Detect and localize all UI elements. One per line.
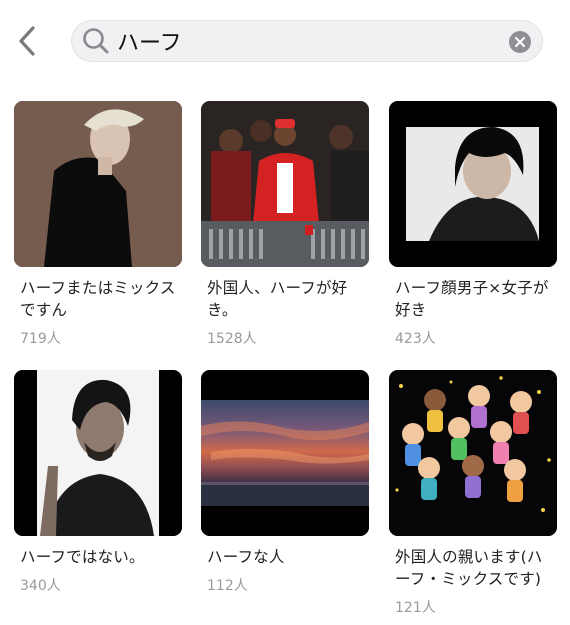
member-count: 112人 bbox=[207, 578, 248, 594]
community-thumbnail[interactable] bbox=[389, 101, 557, 267]
community-title: ハーフ顔男子×女子が好き bbox=[395, 279, 549, 319]
community-thumbnail[interactable] bbox=[14, 101, 182, 267]
community-thumbnail[interactable] bbox=[201, 101, 369, 267]
community-card[interactable]: ハーフまたはミックスですん 719人 bbox=[14, 101, 182, 348]
community-title: ハーフまたはミックスですん bbox=[20, 279, 176, 319]
clear-x-icon bbox=[514, 36, 526, 48]
magnifier-icon bbox=[81, 26, 111, 56]
community-thumbnail[interactable] bbox=[201, 370, 369, 536]
community-title: 外国人、ハーフが好き。 bbox=[207, 279, 348, 319]
member-count: 340人 bbox=[20, 578, 61, 594]
member-count: 423人 bbox=[395, 331, 436, 347]
community-title: ハーフではない。 bbox=[20, 548, 145, 566]
community-card[interactable]: ハーフな人 112人 bbox=[201, 370, 369, 595]
community-card[interactable]: 外国人、ハーフが好き。 1528人 bbox=[201, 101, 369, 348]
back-button[interactable] bbox=[10, 22, 44, 60]
search-input[interactable] bbox=[117, 28, 487, 54]
chevron-left-icon bbox=[19, 26, 35, 56]
search-bar[interactable] bbox=[71, 20, 543, 62]
community-thumbnail[interactable] bbox=[14, 370, 182, 536]
community-thumbnail[interactable] bbox=[389, 370, 557, 536]
community-title: 外国人の親います(ハーフ・ミックスです) bbox=[395, 548, 543, 588]
community-card[interactable]: ハーフ顔男子×女子が好き 423人 bbox=[389, 101, 557, 348]
member-count: 719人 bbox=[20, 331, 61, 347]
top-bar bbox=[0, 0, 570, 80]
member-count: 1528人 bbox=[207, 331, 257, 347]
community-card[interactable]: ハーフではない。 340人 bbox=[14, 370, 182, 595]
clear-search-button[interactable] bbox=[509, 31, 531, 53]
community-card[interactable]: 外国人の親います(ハーフ・ミックスです) 121人 bbox=[389, 370, 557, 617]
member-count: 121人 bbox=[395, 600, 436, 616]
community-title: ハーフな人 bbox=[207, 548, 285, 566]
